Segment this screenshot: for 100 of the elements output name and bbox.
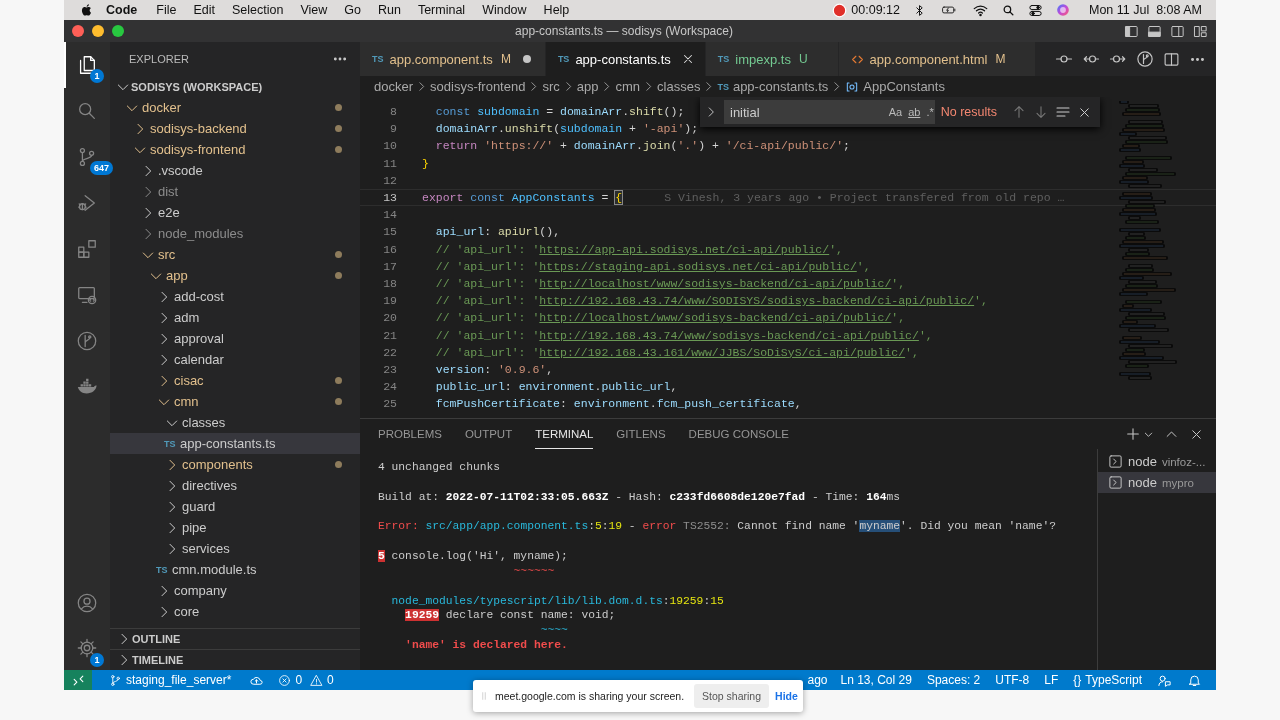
plus-icon[interactable] bbox=[1125, 426, 1141, 442]
status-item[interactable]: LF bbox=[1044, 673, 1059, 687]
tree-item[interactable]: services bbox=[110, 538, 360, 559]
extensions-icon[interactable] bbox=[76, 238, 98, 260]
tree-item[interactable]: classes bbox=[110, 412, 360, 433]
tree-item[interactable]: cmn bbox=[110, 391, 360, 412]
error-count[interactable]: 0 bbox=[295, 673, 303, 687]
tree-item[interactable]: company bbox=[110, 580, 360, 601]
tree-item[interactable]: sodisys-frontend bbox=[110, 139, 360, 160]
run-debug-icon[interactable] bbox=[76, 192, 98, 214]
branch-circle-icon[interactable] bbox=[76, 330, 98, 352]
pane-title: EXPLORER bbox=[129, 53, 189, 65]
remote-monitor-icon[interactable] bbox=[76, 284, 98, 306]
code-line: return 'https://' + domainArr.join('.') + '/ci-api/public/'; bbox=[434, 139, 850, 153]
branch-icon bbox=[109, 673, 122, 687]
menu-item[interactable]: Run bbox=[377, 3, 401, 17]
tree-item[interactable]: components bbox=[110, 454, 360, 475]
language-mode[interactable]: TypeScript bbox=[1085, 673, 1142, 687]
breadcrumb-item[interactable]: app bbox=[576, 79, 599, 94]
warning-count[interactable]: 0 bbox=[327, 673, 334, 687]
breadcrumb-item[interactable]: docker bbox=[374, 79, 414, 94]
breadcrumb-item[interactable]: AppConstants bbox=[863, 79, 945, 94]
arrow-down-icon[interactable] bbox=[1033, 104, 1049, 120]
search-option-toggle[interactable]: .* bbox=[925, 106, 935, 118]
window-zoom-button[interactable] bbox=[112, 25, 124, 37]
tree-item[interactable]: core bbox=[110, 601, 360, 622]
branch-circle-icon[interactable] bbox=[1136, 50, 1154, 68]
editor-tab[interactable]: app.component.html M bbox=[838, 42, 1037, 76]
code-line: // 'api_url': 'http://192.168.43.161/www/JJBS/SoDiSyS/ci-api/public/', bbox=[434, 345, 919, 359]
panel-tab[interactable]: PROBLEMS bbox=[378, 419, 442, 449]
tree-item[interactable]: add-cost bbox=[110, 286, 360, 307]
tree-item[interactable]: TS app-constants.ts bbox=[110, 433, 360, 454]
breadcrumb-item[interactable]: src bbox=[542, 79, 560, 94]
git-status-letter: U bbox=[798, 52, 808, 66]
account-icon[interactable] bbox=[76, 592, 98, 614]
search-option-toggle[interactable]: ab bbox=[907, 106, 922, 118]
file-type-icon: TS bbox=[372, 54, 384, 64]
status-item[interactable]: Ln 13, Col 29 bbox=[840, 673, 912, 687]
editor-tab[interactable]: TS app-constants.ts bbox=[545, 42, 706, 76]
tree-item[interactable]: docker bbox=[110, 97, 360, 118]
tree-item[interactable]: e2e bbox=[110, 202, 360, 223]
tree-item[interactable]: node_modules bbox=[110, 223, 360, 244]
editor-tab[interactable]: TS impexp.ts U bbox=[705, 42, 839, 76]
tree-item[interactable]: approval bbox=[110, 328, 360, 349]
menu-item[interactable]: View bbox=[300, 3, 328, 17]
menu-item[interactable]: Window bbox=[482, 3, 527, 17]
panel-tab[interactable]: OUTPUT bbox=[464, 419, 513, 449]
tree-item[interactable]: pipe bbox=[110, 517, 360, 538]
panel-toggle-icon[interactable] bbox=[1147, 23, 1162, 39]
tree-item[interactable]: calendar bbox=[110, 349, 360, 370]
menu-item[interactable]: Edit bbox=[193, 3, 215, 17]
list-icon[interactable] bbox=[1055, 104, 1071, 120]
tree-item[interactable]: src bbox=[110, 244, 360, 265]
modified-dot bbox=[335, 398, 342, 405]
tree-item[interactable]: sodisys-backend bbox=[110, 118, 360, 139]
section-header[interactable]: OUTLINE bbox=[110, 628, 360, 649]
tree-item[interactable]: adm bbox=[110, 307, 360, 328]
tree-item[interactable]: cisac bbox=[110, 370, 360, 391]
search-option-toggle[interactable]: Aa bbox=[887, 106, 904, 118]
window-close-button[interactable] bbox=[72, 25, 84, 37]
terminal-item[interactable]: node vinfoz-... bbox=[1098, 451, 1216, 472]
menu-item[interactable]: Help bbox=[543, 3, 570, 17]
status-item[interactable]: UTF-8 bbox=[995, 673, 1030, 687]
find-input[interactable]: initial Aa ab .* bbox=[724, 100, 935, 124]
breadcrumb-item[interactable]: app-constants.ts bbox=[732, 79, 829, 94]
split-editor-icon[interactable] bbox=[1163, 50, 1180, 68]
layout-icon[interactable] bbox=[1193, 23, 1208, 39]
bell-icon[interactable] bbox=[1187, 672, 1202, 688]
tree-item[interactable]: dist bbox=[110, 181, 360, 202]
sidebar-toggle-icon[interactable] bbox=[1124, 23, 1139, 39]
menu-item[interactable]: Terminal bbox=[417, 3, 466, 17]
app-menu[interactable]: Code bbox=[106, 3, 138, 17]
tree-item[interactable]: directives bbox=[110, 475, 360, 496]
tree-item[interactable]: TS cmn.module.ts bbox=[110, 559, 360, 580]
menu-item[interactable]: Selection bbox=[231, 3, 284, 17]
menu-item[interactable]: File bbox=[156, 3, 177, 17]
breadcrumb-item[interactable]: sodisys-frontend bbox=[430, 79, 526, 94]
feedback-icon[interactable] bbox=[1157, 672, 1172, 688]
search-icon[interactable] bbox=[76, 100, 98, 122]
panel-tab[interactable]: GITLENS bbox=[616, 419, 666, 449]
panel-tab[interactable]: TERMINAL bbox=[535, 419, 594, 449]
branch-name[interactable]: staging_file_server* bbox=[126, 673, 232, 687]
hide-link[interactable]: Hide bbox=[775, 690, 798, 702]
breadcrumb-item[interactable]: cmn bbox=[615, 79, 641, 94]
remote-button[interactable] bbox=[64, 670, 92, 690]
tree-item[interactable]: guard bbox=[110, 496, 360, 517]
menu-item[interactable]: Go bbox=[344, 3, 361, 17]
breadcrumb-item[interactable]: classes bbox=[657, 79, 701, 94]
terminal-item[interactable]: node mypro bbox=[1098, 472, 1216, 493]
status-item[interactable]: Spaces: 2 bbox=[926, 673, 981, 687]
stop-sharing-button[interactable]: Stop sharing bbox=[694, 684, 770, 708]
window-minimize-button[interactable] bbox=[92, 25, 104, 37]
settings-icon[interactable] bbox=[76, 637, 98, 659]
blame-status[interactable]: ago bbox=[807, 673, 828, 687]
tree-item[interactable]: app bbox=[110, 265, 360, 286]
workspace-header[interactable]: SODISYS (WORKSPACE) bbox=[110, 76, 360, 97]
arrow-up-icon[interactable] bbox=[1011, 104, 1027, 120]
secondary-sidebar-icon[interactable] bbox=[1170, 23, 1185, 39]
panel-tab[interactable]: DEBUG CONSOLE bbox=[688, 419, 789, 449]
editor-tab[interactable]: TS app.component.ts M bbox=[360, 42, 546, 76]
